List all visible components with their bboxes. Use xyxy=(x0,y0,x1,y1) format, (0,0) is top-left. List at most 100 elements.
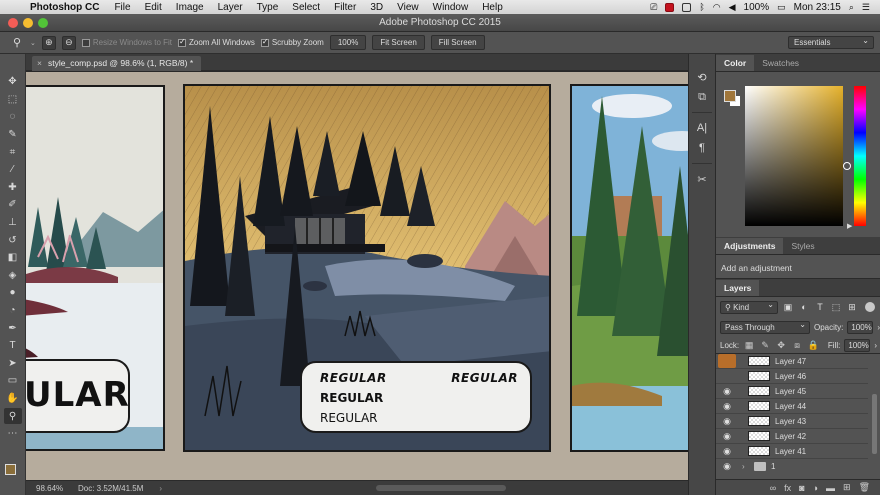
properties-panel-icon[interactable]: ⧉ xyxy=(692,88,712,106)
wifi-icon[interactable]: ◠ xyxy=(713,2,721,13)
dodge-tool-icon[interactable]: ◔ xyxy=(4,303,22,319)
app-status-icon[interactable] xyxy=(665,2,675,12)
layer-group-row[interactable]: ◉ › 1 xyxy=(716,459,868,471)
history-brush-tool-icon[interactable]: ↺ xyxy=(4,232,22,248)
volume-icon[interactable]: ◀ xyxy=(729,2,736,13)
visibility-eye-icon[interactable]: ◉ xyxy=(716,431,738,442)
layers-scrollbar[interactable] xyxy=(872,394,877,454)
pen-tool-icon[interactable]: ✒ xyxy=(4,320,22,336)
filter-pixel-icon[interactable]: ▣ xyxy=(782,301,794,313)
layer-row[interactable]: ◉ Layer 43 xyxy=(716,414,868,429)
tool-presets-icon[interactable]: ✂ xyxy=(692,170,712,188)
add-mask-icon[interactable]: ◙ xyxy=(799,483,804,493)
menu-file[interactable]: File xyxy=(107,2,137,13)
menu-layer[interactable]: Layer xyxy=(211,2,250,13)
layer-row[interactable]: ◉ Layer 41 xyxy=(716,444,868,459)
visibility-eye-icon[interactable]: ◉ xyxy=(716,416,738,427)
layer-row[interactable]: ◉ Layer 46 xyxy=(716,369,868,384)
layer-filter-kind[interactable]: ⚲ Kind xyxy=(720,299,778,314)
path-selection-tool-icon[interactable]: ➤ xyxy=(4,356,22,372)
battery-percent[interactable]: 100% xyxy=(744,2,770,13)
close-tab-icon[interactable]: × xyxy=(37,56,42,71)
fill-input[interactable]: 100% xyxy=(844,338,871,352)
layer-row[interactable]: ◉ Layer 42 xyxy=(716,429,868,444)
new-group-icon[interactable]: ▬ xyxy=(826,483,835,493)
lasso-tool-icon[interactable]: ◌ xyxy=(4,109,22,125)
type-tool-icon[interactable]: T xyxy=(4,338,22,354)
minimize-window-button[interactable] xyxy=(23,17,33,28)
marquee-tool-icon[interactable]: ⬚ xyxy=(4,92,22,108)
middle-speech-bubble[interactable]: REGULAR REGULAR REGULAR REGULAR xyxy=(300,361,532,433)
zoom-window-button[interactable] xyxy=(38,17,48,28)
eyedropper-tool-icon[interactable]: ⁄ xyxy=(4,162,22,178)
blend-mode-select[interactable]: Pass Through xyxy=(720,319,810,334)
spotlight-icon[interactable]: ⌕ xyxy=(849,2,854,13)
zoom-all-windows-option[interactable]: Zoom All Windows xyxy=(178,37,255,47)
more-tools-icon[interactable]: ⋯ xyxy=(4,426,22,442)
zoom-out-icon[interactable]: ⊖ xyxy=(61,35,76,50)
blur-tool-icon[interactable]: ● xyxy=(4,285,22,301)
filter-smart-object-icon[interactable]: ⊞ xyxy=(846,301,858,313)
resize-windows-option[interactable]: Resize Windows to Fit xyxy=(81,38,172,47)
visibility-eye-icon[interactable]: ◉ xyxy=(716,356,738,367)
menu-window[interactable]: Window xyxy=(426,2,476,13)
new-layer-icon[interactable]: ⊞ xyxy=(843,482,851,493)
hue-slider[interactable] xyxy=(854,86,866,226)
menu-type[interactable]: Type xyxy=(250,2,286,13)
clock[interactable]: Mon 23:15 xyxy=(794,2,841,13)
tab-swatches[interactable]: Swatches xyxy=(754,55,807,71)
visibility-eye-icon[interactable]: ◉ xyxy=(716,401,738,412)
layer-style-icon[interactable]: fx xyxy=(784,483,791,493)
zoom-tool-preset-icon[interactable]: ⚲ xyxy=(10,36,24,50)
filter-type-icon[interactable]: T xyxy=(814,301,826,313)
paragraph-panel-icon[interactable]: ¶ xyxy=(692,139,712,157)
lock-all-icon[interactable]: 🔒 xyxy=(807,340,819,351)
preset-dropdown-icon[interactable]: ⌄ xyxy=(30,39,36,47)
tab-adjustments[interactable]: Adjustments xyxy=(716,238,784,254)
horizontal-scrollbar[interactable] xyxy=(376,485,506,491)
color-field[interactable] xyxy=(745,86,851,226)
foreground-color-swatch[interactable] xyxy=(5,464,16,475)
filter-toggle-icon[interactable] xyxy=(865,302,875,312)
artboard-right[interactable] xyxy=(570,84,688,452)
brush-tool-icon[interactable]: ✐ xyxy=(4,197,22,213)
document-tab[interactable]: × style_comp.psd @ 98.6% (1, RGB/8) * xyxy=(32,56,202,71)
hue-slider-marker-icon[interactable]: ▶ xyxy=(847,222,852,230)
fit-screen-button[interactable]: Fit Screen xyxy=(372,35,425,50)
tab-layers[interactable]: Layers xyxy=(716,280,760,296)
opacity-input[interactable]: 100% xyxy=(847,320,874,334)
visibility-eye-icon[interactable]: ◉ xyxy=(716,446,738,457)
zoom-tool-icon[interactable]: ⚲ xyxy=(3,408,22,424)
healing-brush-tool-icon[interactable]: ✚ xyxy=(4,180,22,196)
close-window-button[interactable] xyxy=(8,17,18,28)
scrubby-zoom-checkbox[interactable] xyxy=(260,37,269,47)
menu-help[interactable]: Help xyxy=(475,2,510,13)
color-foreground-swatch[interactable] xyxy=(724,90,736,102)
menu-edit[interactable]: Edit xyxy=(138,2,169,13)
crop-tool-icon[interactable]: ⌗ xyxy=(4,144,22,160)
visibility-eye-icon[interactable]: ◉ xyxy=(716,371,738,382)
character-panel-icon[interactable]: A| xyxy=(692,119,712,137)
camera-icon[interactable]: ⎚ xyxy=(650,2,657,13)
fill-dropdown-icon[interactable]: › xyxy=(874,341,880,350)
lock-position-icon[interactable]: ✥ xyxy=(775,340,787,351)
menu-select[interactable]: Select xyxy=(285,2,327,13)
artboard-left[interactable]: ULAR xyxy=(26,85,165,451)
notification-center-icon[interactable]: ☰ xyxy=(862,2,870,13)
battery-icon[interactable]: ▭ xyxy=(777,2,786,13)
layer-row[interactable]: ◉ Layer 47 xyxy=(716,354,868,369)
visibility-eye-icon[interactable]: ◉ xyxy=(716,461,738,472)
scrubby-zoom-option[interactable]: Scrubby Zoom xyxy=(260,37,324,47)
lock-transparent-icon[interactable]: ▦ xyxy=(743,340,755,351)
app-menu[interactable]: Photoshop CC xyxy=(26,2,107,13)
tab-styles[interactable]: Styles xyxy=(783,238,822,254)
hand-tool-icon[interactable]: ✋ xyxy=(4,391,22,407)
window-icon[interactable] xyxy=(682,2,692,12)
menu-filter[interactable]: Filter xyxy=(327,2,363,13)
left-speech-bubble[interactable]: ULAR xyxy=(26,359,130,433)
filter-shape-icon[interactable]: ⬚ xyxy=(830,301,842,313)
filter-adjustment-icon[interactable]: ◐ xyxy=(798,301,810,313)
layer-row[interactable]: ◉ Layer 44 xyxy=(716,399,868,414)
zoom-100-button[interactable]: 100% xyxy=(329,35,367,50)
bluetooth-icon[interactable]: ᛒ xyxy=(699,2,704,12)
